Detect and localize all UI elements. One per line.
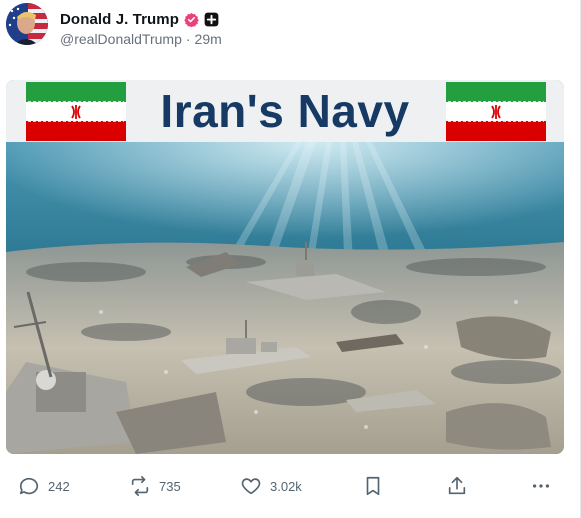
reply-count: 242 <box>48 478 70 494</box>
more-button[interactable] <box>530 475 552 497</box>
post-header: Donald J. Trump @realDonaldTrump · 29m <box>6 3 570 49</box>
bookmark-button[interactable] <box>362 475 384 497</box>
iran-flag-left <box>26 82 126 141</box>
plus-badge-icon <box>204 12 219 27</box>
repost-icon <box>131 476 149 496</box>
share-button[interactable] <box>446 475 468 497</box>
author-meta: @realDonaldTrump · 29m <box>60 31 222 47</box>
reply-button[interactable]: 242 <box>18 475 70 497</box>
reply-icon <box>19 477 39 495</box>
image-banner: Iran's Navy <box>6 80 564 142</box>
author-display-name[interactable]: Donald J. Trump <box>60 11 179 28</box>
author-name-row: Donald J. Trump <box>60 9 219 29</box>
share-icon <box>448 476 466 495</box>
avatar[interactable] <box>6 3 48 45</box>
repost-count: 735 <box>159 478 181 494</box>
more-icon <box>532 484 550 488</box>
like-button[interactable]: 3.02k <box>240 475 302 497</box>
iran-flag-right <box>446 82 546 141</box>
bookmark-icon <box>366 476 380 496</box>
post-image[interactable]: Iran's Navy <box>6 80 564 454</box>
post-card: Donald J. Trump @realDonaldTrump · 29m I… <box>0 0 581 518</box>
heart-icon <box>241 478 261 495</box>
meta-separator: · <box>185 31 191 47</box>
post-actions: 242 735 3.02k <box>18 471 554 501</box>
author-handle[interactable]: @realDonaldTrump <box>60 31 182 47</box>
verified-badge-icon <box>184 12 199 27</box>
post-timestamp[interactable]: 29m <box>195 31 222 47</box>
like-count: 3.02k <box>270 478 302 494</box>
avatar-image <box>6 3 48 45</box>
underwater-scene <box>6 142 564 454</box>
repost-button[interactable]: 735 <box>129 475 181 497</box>
banner-title: Iran's Navy <box>160 85 410 137</box>
